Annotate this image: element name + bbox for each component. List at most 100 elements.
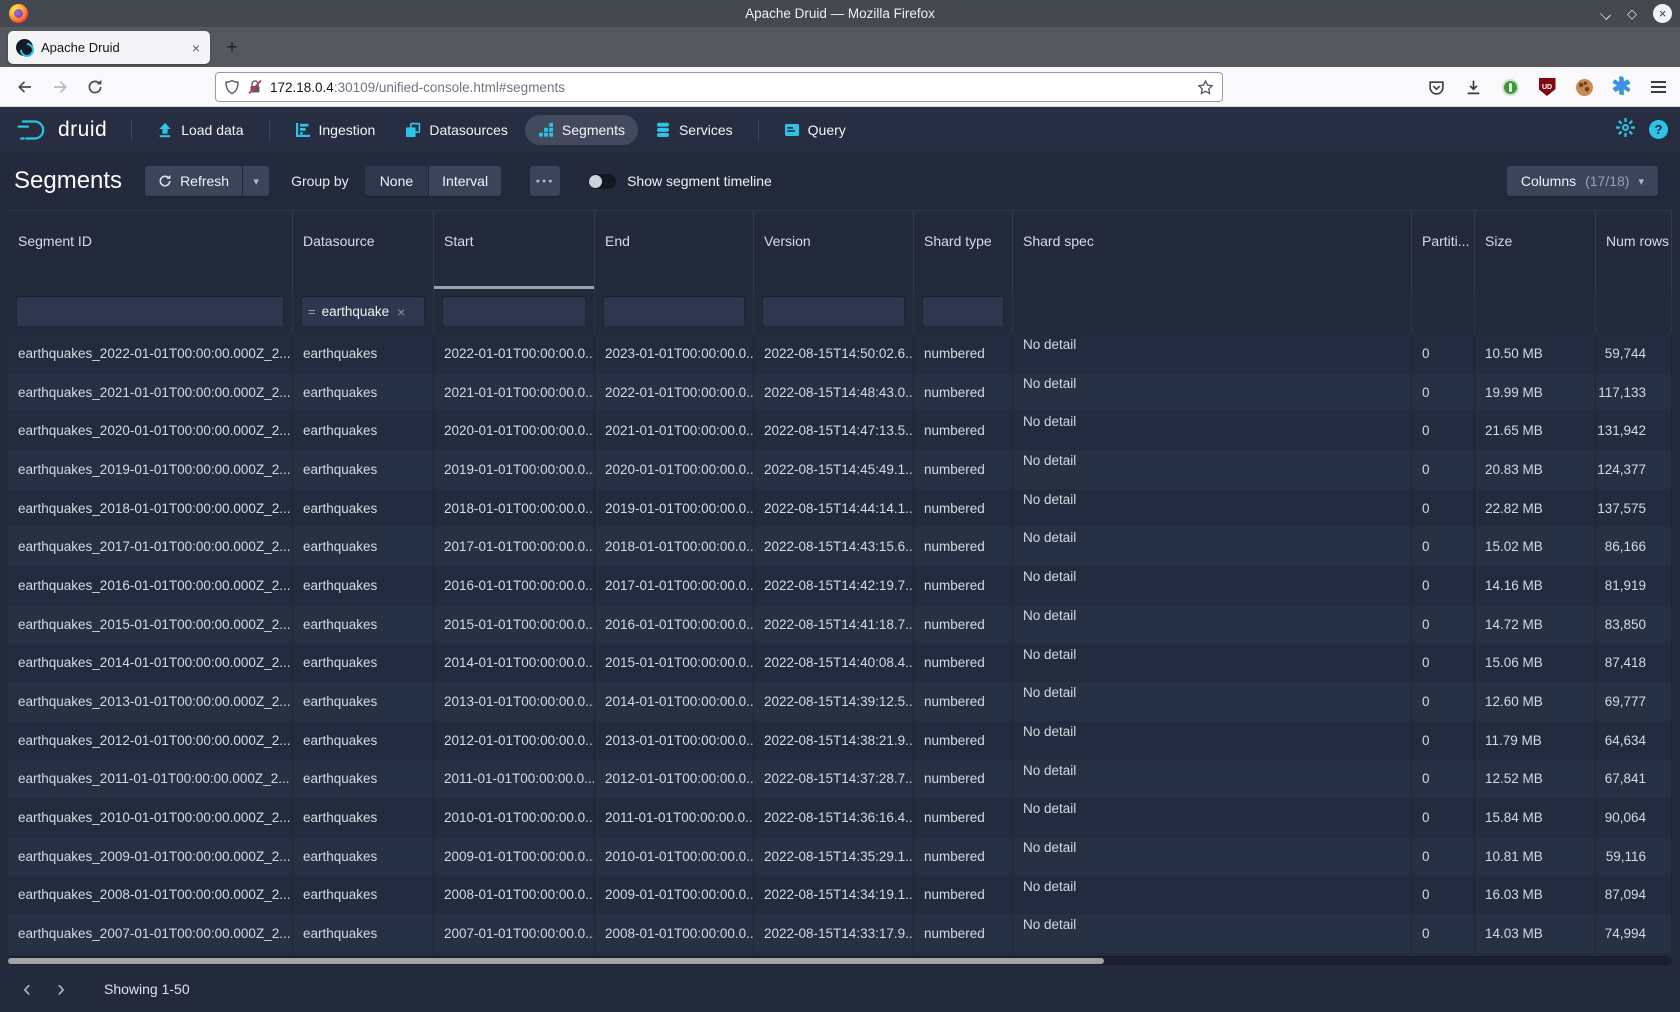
filter-input-end[interactable] (603, 296, 745, 327)
back-button[interactable] (10, 72, 40, 102)
horizontal-scrollbar[interactable] (8, 956, 1672, 965)
filter-input-version[interactable] (762, 296, 905, 327)
insecure-lock-icon[interactable] (247, 79, 263, 95)
cell-id[interactable]: earthquakes_2010-01-01T00:00:00.000Z_2..… (8, 798, 293, 837)
datasources-icon (405, 122, 421, 138)
cell-num_rows: 67,841 (1596, 760, 1672, 799)
close-tab-icon[interactable]: × (190, 40, 202, 56)
group-by-none-button[interactable]: None (365, 166, 428, 196)
cell-id[interactable]: earthquakes_2009-01-01T00:00:00.000Z_2..… (8, 837, 293, 876)
table-filter-row: =earthquake× (8, 290, 1672, 334)
settings-gear-icon[interactable] (1616, 118, 1635, 142)
cell-end: 2019-01-01T00:00:00.0... (595, 489, 754, 528)
cell-id[interactable]: earthquakes_2021-01-01T00:00:00.000Z_2..… (8, 373, 293, 412)
cell-end: 2010-01-01T00:00:00.0... (595, 837, 754, 876)
cell-end: 2022-01-01T00:00:00.0... (595, 373, 754, 412)
remove-filter-icon[interactable]: × (397, 304, 405, 320)
cell-partition: 0 (1412, 605, 1475, 644)
tab-apache-druid[interactable]: Apache Druid × (8, 31, 210, 64)
filter-input-id[interactable] (16, 296, 284, 327)
cell-id[interactable]: earthquakes_2007-01-01T00:00:00.000Z_2..… (8, 914, 293, 953)
new-tab-button[interactable]: + (220, 36, 244, 60)
columns-button[interactable]: Columns (17/18) ▾ (1507, 166, 1658, 196)
column-header-shard_spec[interactable]: Shard spec (1013, 211, 1412, 290)
asterisk-extension-icon[interactable]: ✱ (1609, 75, 1633, 99)
refresh-dropdown-button[interactable]: ▾ (243, 166, 269, 196)
scrollbar-thumb[interactable] (8, 958, 1104, 964)
downloads-icon[interactable] (1461, 75, 1485, 99)
previous-page-button[interactable]: ‹ (14, 976, 40, 1002)
cell-version: 2022-08-15T14:41:18.7... (754, 605, 914, 644)
table-row: earthquakes_2019-01-01T00:00:00.000Z_2..… (8, 450, 1672, 489)
column-header-partition[interactable]: Partiti... (1412, 211, 1475, 290)
cell-id[interactable]: earthquakes_2013-01-01T00:00:00.000Z_2..… (8, 682, 293, 721)
services-icon (655, 122, 671, 138)
column-header-end[interactable]: End (595, 211, 754, 290)
column-header-shard_type[interactable]: Shard type (914, 211, 1013, 290)
table-row: earthquakes_2007-01-01T00:00:00.000Z_2..… (8, 914, 1672, 953)
more-options-button[interactable]: ●●● (530, 166, 560, 196)
cell-id[interactable]: earthquakes_2014-01-01T00:00:00.000Z_2..… (8, 644, 293, 683)
nav-item-query[interactable]: Query (771, 115, 859, 145)
close-window-button[interactable]: × (1653, 4, 1672, 23)
ublock-extension-icon[interactable]: UD (1535, 75, 1559, 99)
url-bar[interactable]: 172.18.0.4:30109/unified-console.html#se… (215, 72, 1223, 102)
next-page-button[interactable]: › (48, 976, 74, 1002)
cell-start: 2011-01-01T00:00:00.0... (434, 760, 595, 799)
cell-partition: 0 (1412, 721, 1475, 760)
cell-shard_type: numbered (914, 644, 1013, 683)
filter-input-shard_type[interactable] (922, 296, 1004, 327)
bookmark-star-icon[interactable] (1197, 79, 1214, 96)
cell-size: 21.65 MB (1475, 411, 1596, 450)
refresh-button[interactable]: Refresh (145, 166, 242, 196)
column-header-datasource[interactable]: Datasource (293, 211, 434, 290)
cell-id[interactable]: earthquakes_2019-01-01T00:00:00.000Z_2..… (8, 450, 293, 489)
nav-item-datasources[interactable]: Datasources (392, 115, 521, 145)
minimize-button[interactable] (1601, 9, 1611, 19)
druid-logo-icon (16, 117, 50, 143)
cell-id[interactable]: earthquakes_2022-01-01T00:00:00.000Z_2..… (8, 334, 293, 373)
cell-id[interactable]: earthquakes_2011-01-01T00:00:00.000Z_2..… (8, 760, 293, 799)
column-header-size[interactable]: Size (1475, 211, 1596, 290)
column-header-start[interactable]: Start (434, 211, 595, 290)
extension-green-icon[interactable] (1498, 75, 1522, 99)
help-icon[interactable]: ? (1649, 120, 1668, 139)
group-by-interval-button[interactable]: Interval (429, 166, 501, 196)
cell-id[interactable]: earthquakes_2008-01-01T00:00:00.000Z_2..… (8, 876, 293, 915)
column-header-label: Shard spec (1023, 233, 1094, 249)
maximize-button[interactable]: ◇ (1627, 7, 1637, 20)
forward-button[interactable] (45, 72, 75, 102)
cell-id[interactable]: earthquakes_2016-01-01T00:00:00.000Z_2..… (8, 566, 293, 605)
nav-item-ingestion[interactable]: Ingestion (282, 115, 389, 145)
nav-item-label: Datasources (429, 122, 508, 138)
cell-partition: 0 (1412, 334, 1475, 373)
reload-button[interactable] (80, 72, 110, 102)
cell-id[interactable]: earthquakes_2012-01-01T00:00:00.000Z_2..… (8, 721, 293, 760)
nav-item-segments[interactable]: Segments (525, 115, 638, 145)
cell-shard_spec: No detail (1013, 721, 1412, 760)
nav-item-load-data[interactable]: Load data (144, 115, 256, 145)
menu-hamburger-icon[interactable] (1646, 75, 1670, 99)
table-row: earthquakes_2014-01-01T00:00:00.000Z_2..… (8, 644, 1672, 683)
filter-input-start[interactable] (442, 296, 586, 327)
cell-num_rows: 83,850 (1596, 605, 1672, 644)
cell-id[interactable]: earthquakes_2017-01-01T00:00:00.000Z_2..… (8, 527, 293, 566)
druid-brand[interactable]: druid (0, 117, 121, 143)
filter-input-datasource[interactable]: =earthquake× (301, 296, 425, 327)
cell-shard_type: numbered (914, 566, 1013, 605)
chevron-down-icon: ▾ (1638, 175, 1644, 188)
cell-id[interactable]: earthquakes_2020-01-01T00:00:00.000Z_2..… (8, 411, 293, 450)
table-row: earthquakes_2016-01-01T00:00:00.000Z_2..… (8, 566, 1672, 605)
column-header-version[interactable]: Version (754, 211, 914, 290)
nav-item-services[interactable]: Services (642, 115, 746, 145)
pocket-icon[interactable] (1424, 75, 1448, 99)
segment-timeline-toggle[interactable] (587, 173, 617, 190)
cookie-extension-icon[interactable] (1572, 75, 1596, 99)
cell-id[interactable]: earthquakes_2018-01-01T00:00:00.000Z_2..… (8, 489, 293, 528)
cell-shard_spec: No detail (1013, 644, 1412, 683)
cell-id[interactable]: earthquakes_2015-01-01T00:00:00.000Z_2..… (8, 605, 293, 644)
cell-partition: 0 (1412, 914, 1475, 953)
column-header-id[interactable]: Segment ID (8, 211, 293, 290)
cell-num_rows: 124,377 (1596, 450, 1672, 489)
column-header-num_rows[interactable]: Num rows (1596, 211, 1672, 290)
